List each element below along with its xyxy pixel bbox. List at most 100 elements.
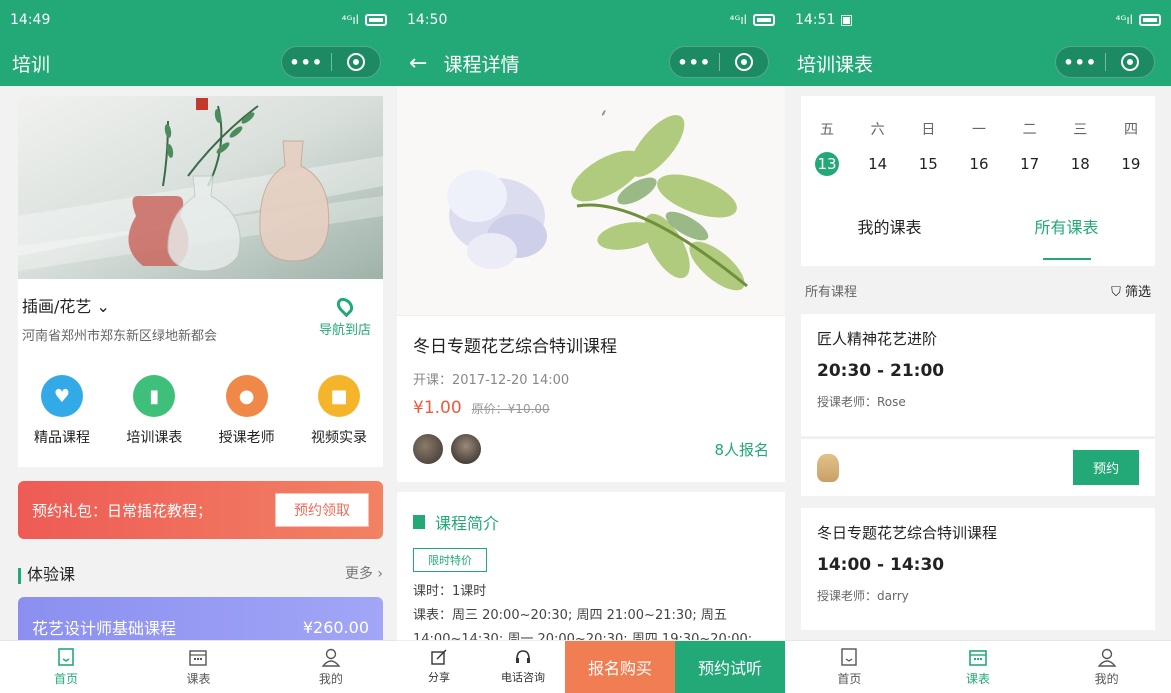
- image-notification-icon: ▣: [839, 12, 854, 28]
- enrolled-count: 8人报名: [714, 440, 769, 459]
- course-hours: 课时：1课时: [413, 584, 487, 599]
- chevron-down-icon: ⌄: [96, 297, 110, 316]
- screen-course-detail: 14:50 ⁴ᴳıl ← 课程详情 ••• ⸙ 冬日专题花艺综合特训课程 开课：…: [397, 0, 785, 693]
- menu-training-schedule[interactable]: ▮ 培训课表: [110, 375, 198, 467]
- close-miniapp-icon[interactable]: [1105, 53, 1154, 71]
- home-icon: [841, 648, 858, 666]
- more-menu-icon[interactable]: •••: [1056, 53, 1105, 72]
- class-card-footer: 预约: [801, 438, 1155, 496]
- date-cell[interactable]: 19: [1119, 152, 1143, 176]
- tab-my-schedule[interactable]: 我的课表: [801, 214, 978, 260]
- status-bar: 14:50 ⁴ᴳıl: [397, 0, 785, 40]
- enrollment-row: 8人报名: [413, 434, 769, 464]
- tab-schedule[interactable]: 课表: [132, 641, 264, 693]
- phone-consult-button[interactable]: 电话咨询: [481, 641, 565, 693]
- page-title: 课程详情: [443, 53, 520, 76]
- tab-home[interactable]: 首页: [0, 641, 132, 693]
- close-miniapp-icon[interactable]: [719, 53, 768, 71]
- course-title: 冬日专题花艺综合特训课程: [413, 337, 617, 357]
- chevron-right-icon: ›: [377, 566, 383, 582]
- filter-button[interactable]: ⛉ 筛选: [1111, 281, 1151, 300]
- heart-icon: ♥: [41, 375, 83, 417]
- status-bar: 14:49 ⁴ᴳıl: [0, 0, 397, 40]
- menu-video-records[interactable]: ■ 视频实录: [295, 375, 383, 467]
- schedule-tabs: 我的课表 所有课表: [801, 214, 1155, 260]
- user-icon: [1097, 648, 1117, 667]
- course-intro-header: 课程简介: [397, 492, 785, 534]
- course-name: 花艺设计师基础课程: [32, 619, 177, 638]
- tab-mine[interactable]: 我的: [1042, 641, 1171, 693]
- banner-image[interactable]: [18, 96, 383, 279]
- bookmark-icon: [413, 515, 425, 529]
- location-pin-icon: [333, 294, 357, 318]
- course-cover-image: ⸙: [397, 86, 785, 316]
- tab-schedule[interactable]: 课表: [914, 641, 1043, 693]
- weekday-row: 五 六 日 一 二 三 四: [820, 122, 1138, 138]
- vase-illustration: [18, 96, 383, 279]
- share-button[interactable]: 分享: [397, 641, 481, 693]
- back-arrow-icon[interactable]: ←: [409, 51, 427, 76]
- signal-icon: ⁴ᴳıl: [729, 13, 747, 27]
- avatar: [413, 434, 443, 464]
- date-cell[interactable]: 16: [967, 152, 991, 176]
- status-bar: 14:51 ▣ ⁴ᴳıl: [785, 0, 1171, 40]
- date-cell-selected[interactable]: 13: [815, 152, 839, 176]
- home-icon: [58, 648, 74, 666]
- class-name: 匠人精神花艺进阶: [817, 330, 938, 348]
- share-icon: [431, 649, 447, 665]
- store-location: 插画/花艺 ⌄ 河南省郑州市郑东新区绿地新都会 导航到店: [18, 279, 383, 371]
- miniapp-capsule: •••: [669, 46, 769, 78]
- signal-icon: ⁴ᴳıl: [1115, 13, 1133, 27]
- more-menu-icon[interactable]: •••: [670, 53, 719, 72]
- date-cell[interactable]: 15: [916, 152, 940, 176]
- date-cell[interactable]: 17: [1018, 152, 1042, 176]
- trial-course-header: 体验课 更多 ›: [18, 553, 383, 593]
- course-start-time: 开课：2017-12-20 14:00: [413, 373, 570, 388]
- avatar: [817, 453, 839, 482]
- screen-training-home: 14:49 ⁴ᴳıl 培训 ••• 插画/花艺 ⌄ 河南省郑州市郑东新区绿地新都…: [0, 0, 397, 693]
- promo-banner: 预约礼包：日常插花教程； 预约领取: [18, 481, 383, 539]
- battery-icon: [753, 14, 775, 26]
- promo-text: 预约礼包：日常插花教程；: [32, 501, 213, 520]
- class-card[interactable]: 冬日专题花艺综合特训课程 14:00 - 14:30 授课老师：darry: [801, 508, 1155, 630]
- teacher-icon: ●: [225, 375, 268, 417]
- class-card[interactable]: 匠人精神花艺进阶 20:30 - 21:00 授课老师：Rose: [801, 314, 1155, 436]
- miniapp-capsule: •••: [1055, 46, 1155, 78]
- date-cell[interactable]: 14: [866, 152, 890, 176]
- book-trial-button[interactable]: 预约试听: [675, 641, 785, 693]
- menu-featured-courses[interactable]: ♥ 精品课程: [18, 375, 106, 467]
- funnel-icon: ⛉: [1111, 284, 1121, 300]
- menu-teachers[interactable]: ● 授课老师: [203, 375, 291, 467]
- title-bar: 培训 •••: [0, 40, 397, 86]
- headset-icon: [516, 650, 530, 663]
- quick-menu: ♥ 精品课程 ▮ 培训课表 ● 授课老师 ■ 视频实录: [18, 371, 383, 467]
- special-offer-tag: 限时特价: [413, 548, 487, 572]
- tab-all-schedule[interactable]: 所有课表: [978, 214, 1155, 260]
- avatar: [451, 434, 481, 464]
- calendar-icon: [969, 650, 987, 666]
- tab-home[interactable]: 首页: [785, 641, 914, 693]
- original-price: 原价：¥10.00: [471, 402, 550, 416]
- screen-training-schedule: 14:51 ▣ ⁴ᴳıl 培训课表 ••• 五 六 日 一 二 三 四 13 1…: [785, 0, 1171, 693]
- video-icon: ■: [317, 375, 360, 417]
- class-teacher: 授课老师：darry: [817, 589, 909, 603]
- close-miniapp-icon[interactable]: [331, 53, 380, 71]
- date-cell[interactable]: 18: [1068, 152, 1092, 176]
- buy-button[interactable]: 报名购买: [565, 641, 675, 693]
- miniapp-capsule: •••: [281, 46, 381, 78]
- navigate-to-store-button[interactable]: 导航到店: [319, 294, 371, 338]
- reserve-button[interactable]: 预约: [1072, 450, 1139, 485]
- week-calendar: 五 六 日 一 二 三 四 13 14 15 16 17 18 19 我的课表 …: [801, 96, 1155, 266]
- battery-icon: [1139, 14, 1161, 26]
- more-menu-icon[interactable]: •••: [282, 53, 331, 72]
- title-bar: ← 课程详情 •••: [397, 40, 785, 86]
- status-time: 14:51: [795, 12, 836, 28]
- tab-mine[interactable]: 我的: [265, 641, 397, 693]
- more-link[interactable]: 更多 ›: [345, 563, 383, 583]
- section-title: 体验课: [27, 565, 76, 584]
- user-icon: [321, 648, 341, 667]
- calendar-icon: [189, 650, 208, 666]
- claim-promo-button[interactable]: 预约领取: [275, 493, 369, 527]
- status-time: 14:50: [407, 12, 448, 28]
- course-filter-label: 所有课程: [805, 284, 858, 300]
